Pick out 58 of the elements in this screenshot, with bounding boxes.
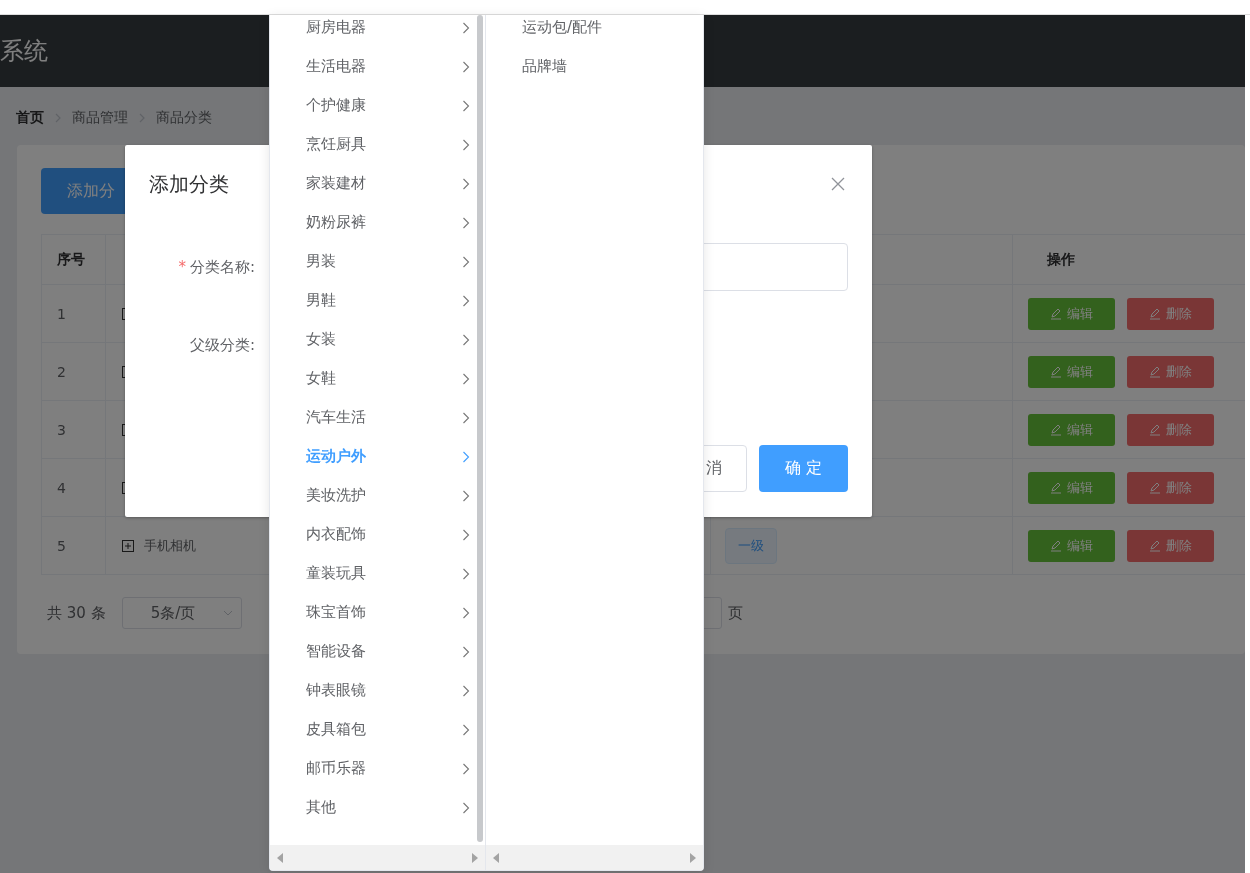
cascader-option[interactable]: 女鞋 xyxy=(270,359,485,398)
cascader-option[interactable]: 厨房电器 xyxy=(270,15,485,47)
pencil-icon xyxy=(1149,481,1161,494)
app-title: 系统 xyxy=(0,36,48,67)
pencil-icon xyxy=(1050,481,1062,494)
table-cell: 4 xyxy=(57,479,66,496)
pencil-icon xyxy=(1050,539,1062,552)
cascader-option[interactable]: 其他 xyxy=(270,788,485,827)
pencil-icon xyxy=(1149,365,1161,378)
pencil-icon xyxy=(1149,307,1161,320)
required-asterisk: * xyxy=(178,257,186,277)
cascader-option[interactable]: 童装玩具 xyxy=(270,554,485,593)
cascader-option[interactable]: 家装建材 xyxy=(270,164,485,203)
scroll-right-icon[interactable] xyxy=(690,852,696,863)
cascader-option[interactable]: 男鞋 xyxy=(270,281,485,320)
field-label: 父级分类: xyxy=(189,335,255,355)
pencil-icon xyxy=(1149,539,1161,552)
caret-icon xyxy=(222,610,233,616)
scroll-left-icon[interactable] xyxy=(493,852,499,863)
cascader-option[interactable]: 皮具箱包 xyxy=(270,710,485,749)
table-cell: 5 xyxy=(57,537,66,554)
horizontal-scrollbar[interactable] xyxy=(486,845,703,870)
cascader-option[interactable]: 男装 xyxy=(270,242,485,281)
page-suffix: 页 xyxy=(727,603,743,623)
horizontal-scrollbar[interactable] xyxy=(270,845,485,870)
scroll-left-icon[interactable] xyxy=(277,852,283,863)
table-cell: 3 xyxy=(57,421,66,438)
scroll-right-icon[interactable] xyxy=(472,852,478,863)
column-header: 序号 xyxy=(57,250,85,269)
pencil-icon xyxy=(1149,423,1161,436)
cascader-option[interactable]: 品牌墙 xyxy=(486,47,703,86)
cascader-option[interactable]: 运动包/配件 xyxy=(486,15,703,47)
cascader-option[interactable]: 钟表眼镜 xyxy=(270,671,485,710)
table-cell: 手机相机 xyxy=(144,536,196,555)
cascader-option[interactable]: 美妆洗护 xyxy=(270,476,485,515)
cascader-option[interactable]: 生活电器 xyxy=(270,47,485,86)
scrollbar-thumb[interactable] xyxy=(477,15,483,842)
page-size-select[interactable]: 5条/页 xyxy=(121,597,242,629)
cascader-option[interactable]: 奶粉尿裤 xyxy=(270,203,485,242)
cascader-option[interactable]: 珠宝首饰 xyxy=(270,593,485,632)
breadcrumb-item[interactable]: 首页 xyxy=(16,109,44,127)
cascader-option[interactable]: 个护健康 xyxy=(270,86,485,125)
cascader-option[interactable]: 内衣配饰 xyxy=(270,515,485,554)
table-cell: 2 xyxy=(57,363,66,380)
cascader-option[interactable]: 女装 xyxy=(270,320,485,359)
column-header: 操作 xyxy=(1047,250,1075,269)
field-label: 分类名称: xyxy=(189,257,255,277)
pencil-icon xyxy=(1050,365,1062,378)
cascader-option[interactable]: 烹饪厨具 xyxy=(270,125,485,164)
pencil-icon xyxy=(1050,307,1062,320)
close-icon[interactable] xyxy=(831,177,845,191)
total-count: 共 30 条 xyxy=(47,603,106,623)
pencil-icon xyxy=(1050,423,1062,436)
cascader-option[interactable]: 智能设备 xyxy=(270,632,485,671)
cascader-option[interactable]: 邮币乐器 xyxy=(270,749,485,788)
cascader-option[interactable]: 汽车生活 xyxy=(270,398,485,437)
expand-icon[interactable] xyxy=(122,539,134,552)
table-cell: 1 xyxy=(57,305,66,322)
